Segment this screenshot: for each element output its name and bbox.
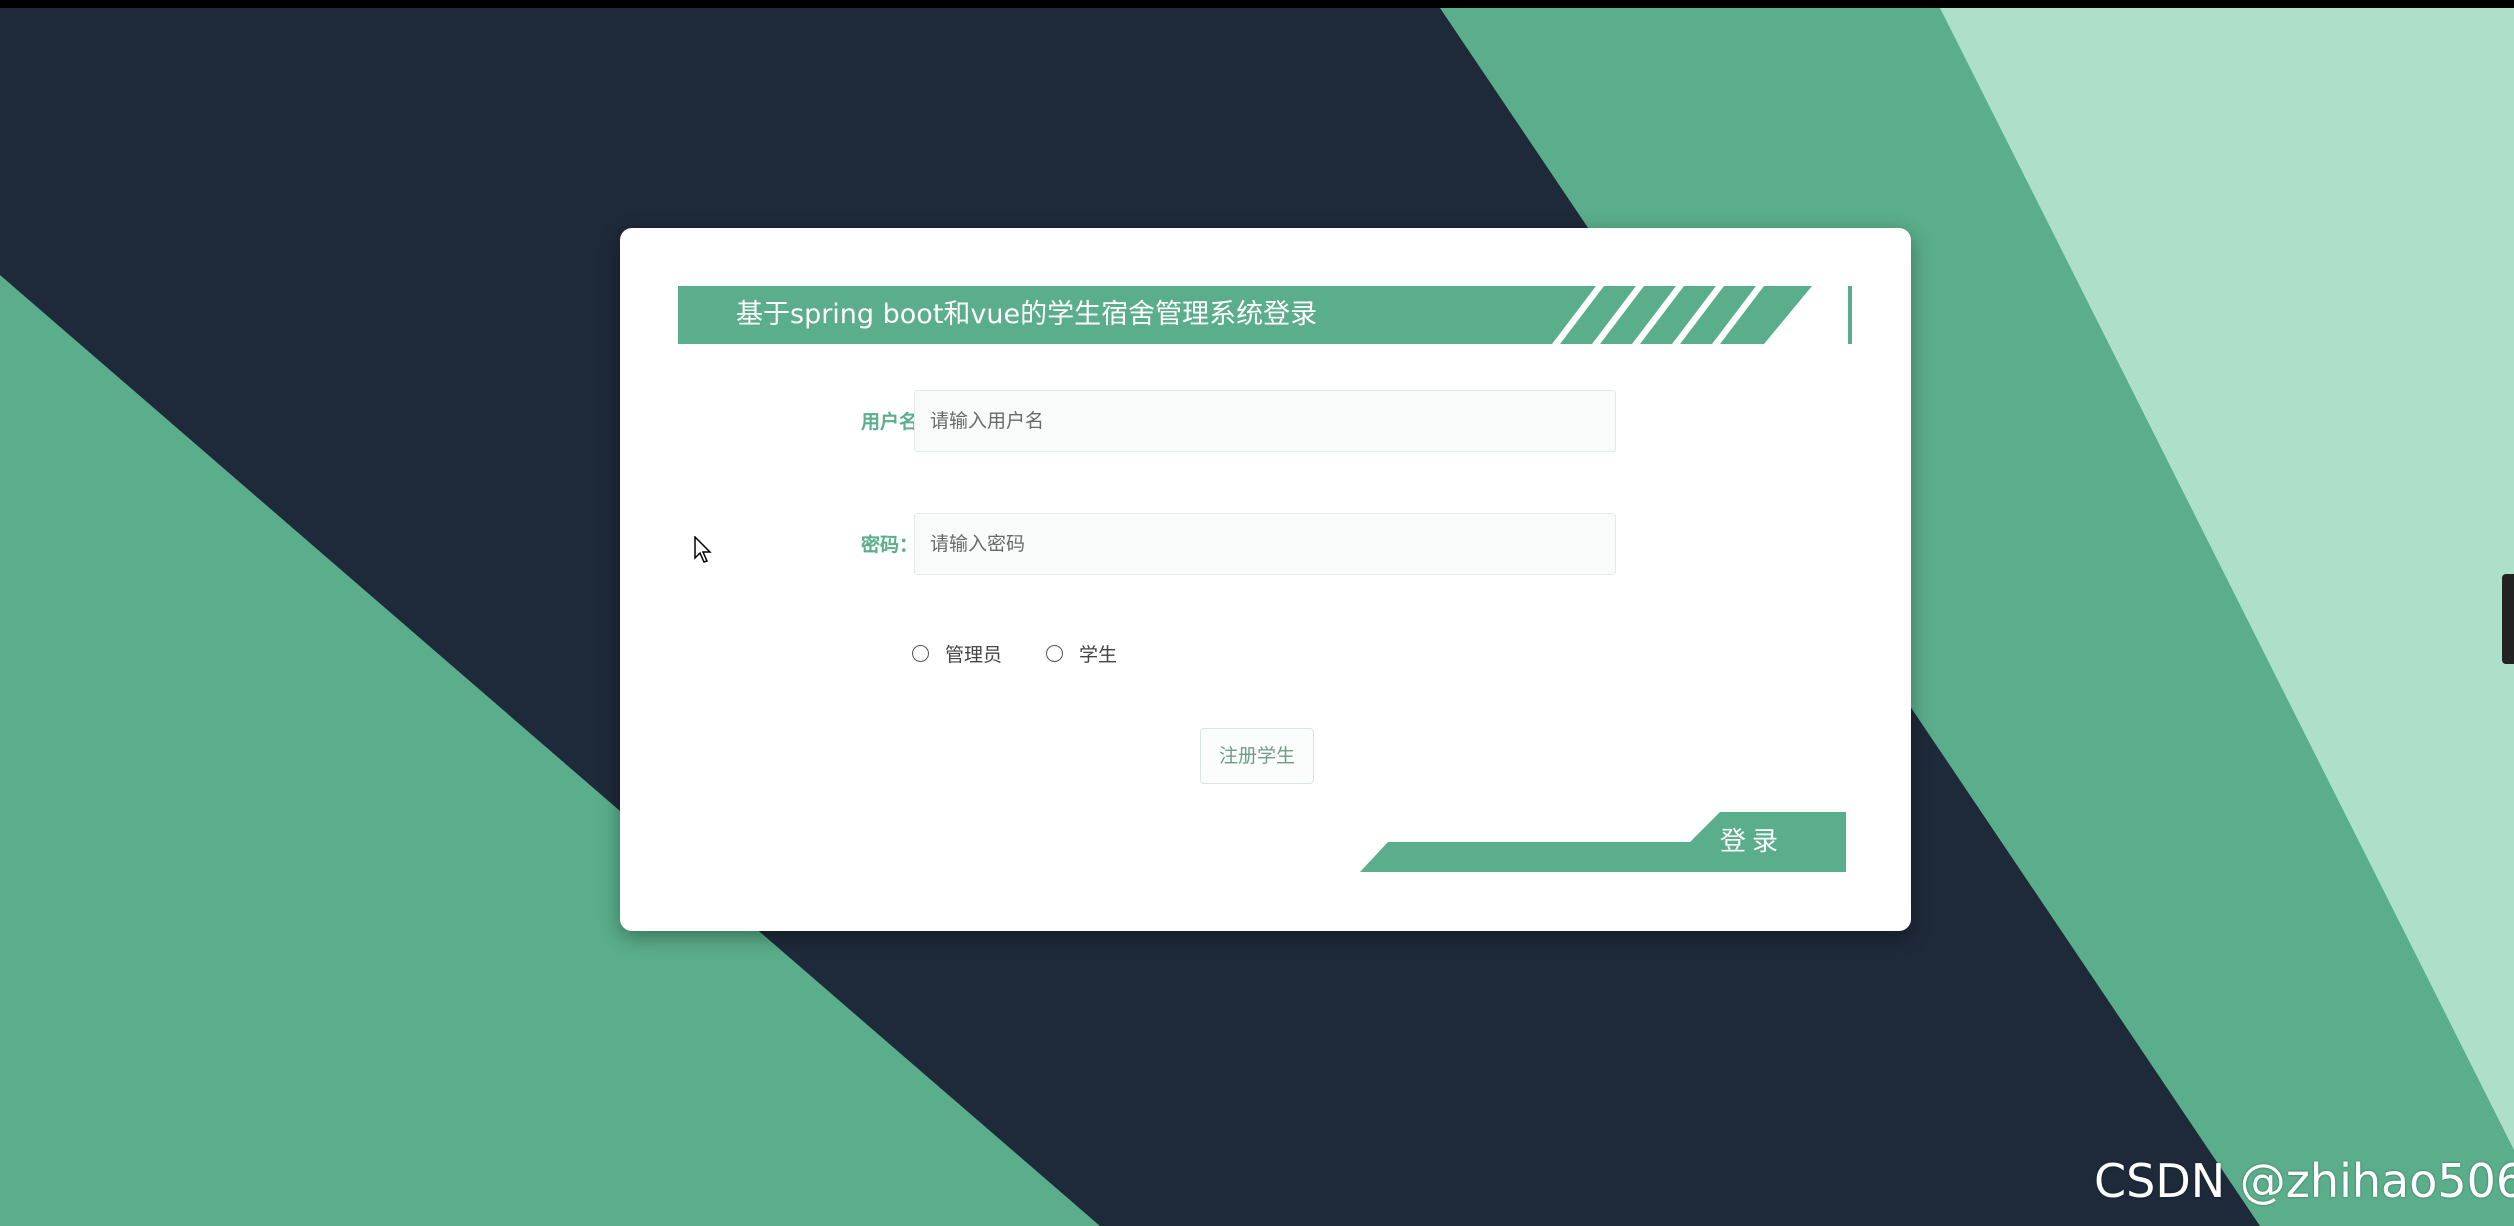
radio-circle-icon[interactable]: [1046, 644, 1064, 662]
watermark: CSDN @zhihao506: [2094, 1154, 2514, 1208]
side-handle[interactable]: [2502, 574, 2514, 664]
password-input[interactable]: [914, 513, 1616, 575]
register-student-button[interactable]: 注册学生: [1200, 728, 1314, 784]
radio-circle-icon[interactable]: [912, 644, 929, 662]
page-title: 基于spring boot和vue的学生宿舍管理系统登录: [736, 299, 1318, 330]
login-button-label: 登录: [1719, 827, 1784, 857]
role-radio-group: 管理员 学生: [912, 638, 1161, 668]
title-banner: 基于spring boot和vue的学生宿舍管理系统登录: [678, 286, 1852, 344]
mouse-cursor-icon: [694, 536, 712, 563]
role-label-admin: 管理员: [945, 643, 1003, 666]
role-radio-admin[interactable]: 管理员: [912, 640, 1002, 667]
login-card: 基于spring boot和vue的学生宿舍管理系统登录 用户名 密码： 管理员…: [620, 228, 1911, 931]
username-input[interactable]: [914, 390, 1616, 452]
login-button[interactable]: 登录: [1360, 812, 1846, 872]
banner-stripes: [1552, 286, 1852, 344]
username-label: 用户名: [860, 411, 918, 433]
top-bar: [0, 0, 2514, 8]
role-radio-student[interactable]: 学生: [1046, 640, 1117, 667]
role-label-student: 学生: [1079, 643, 1118, 666]
password-label: 密码：: [860, 534, 918, 556]
